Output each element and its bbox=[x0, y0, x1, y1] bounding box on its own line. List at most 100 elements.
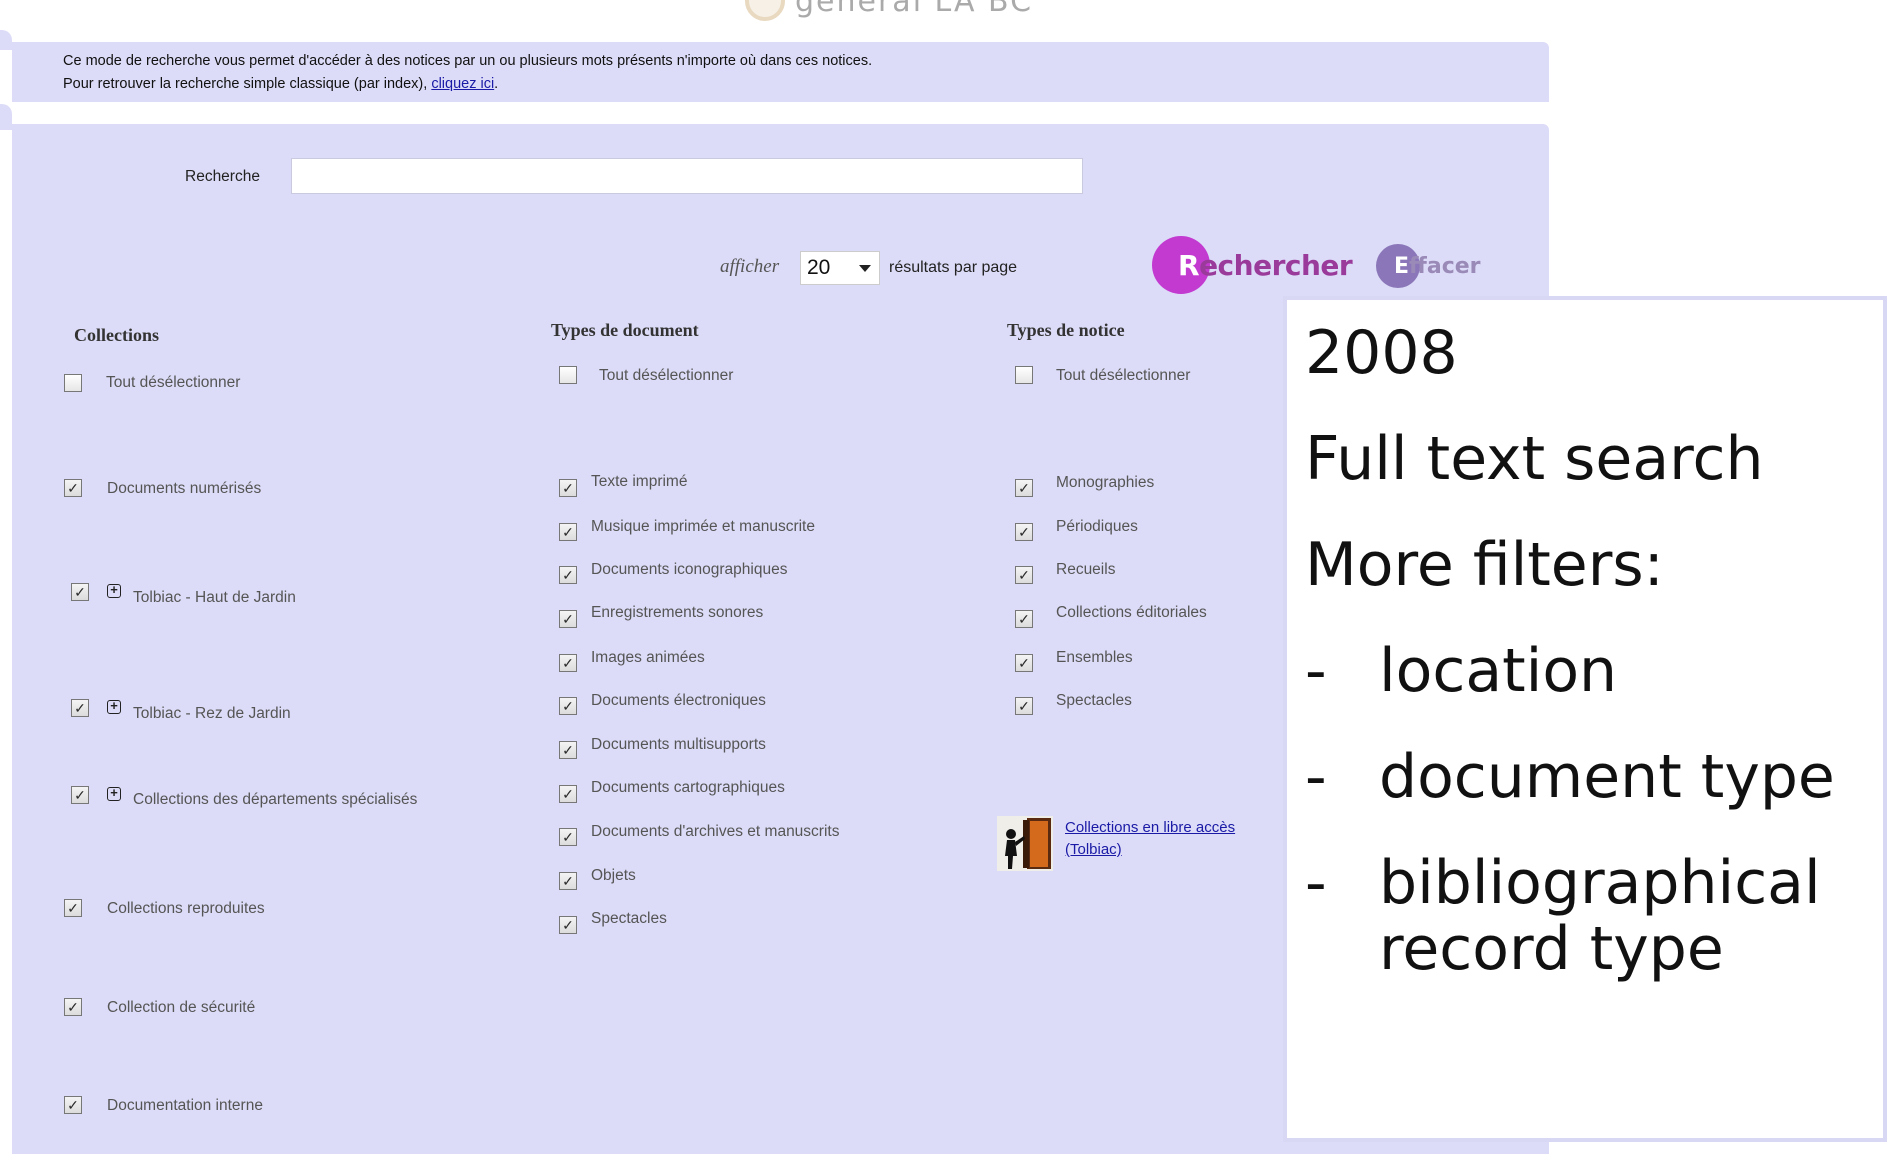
notice-types-title: Types de notice bbox=[1007, 320, 1125, 340]
doc-type-checkbox[interactable]: ✓ bbox=[559, 479, 577, 497]
doc-type-checkbox[interactable]: ✓ bbox=[559, 741, 577, 759]
clear-button[interactable]: Effacer bbox=[1376, 244, 1481, 288]
doc-type-label: Documents multisupports bbox=[591, 736, 766, 753]
collection-checkbox[interactable]: ✓ bbox=[71, 699, 89, 717]
collections-deselect-checkbox[interactable] bbox=[64, 374, 82, 392]
collection-label: Collections reproduites bbox=[107, 900, 265, 917]
doc-type-checkbox[interactable]: ✓ bbox=[559, 610, 577, 628]
doc-type-checkbox[interactable]: ✓ bbox=[559, 872, 577, 890]
doc-type-checkbox[interactable]: ✓ bbox=[559, 828, 577, 846]
bullet-dash: - bbox=[1305, 848, 1327, 918]
annotation-line-2: More filters: bbox=[1305, 530, 1664, 600]
notice-type-checkbox[interactable]: ✓ bbox=[1015, 610, 1033, 628]
afficher-label: afficher bbox=[720, 256, 780, 277]
collection-label: Tolbiac - Haut de Jardin bbox=[133, 589, 296, 606]
collection-checkbox[interactable]: ✓ bbox=[64, 479, 82, 497]
info-line-2-end: . bbox=[494, 76, 499, 92]
doc-type-label: Documents électroniques bbox=[591, 692, 766, 709]
collection-checkbox[interactable]: ✓ bbox=[64, 998, 82, 1016]
search-label: Recherche bbox=[185, 168, 260, 185]
annotation-line-1: Full text search bbox=[1305, 424, 1764, 494]
search-input[interactable] bbox=[291, 158, 1083, 194]
notice-types-deselect-label: Tout désélectionner bbox=[1056, 367, 1191, 384]
left-tab-decoration bbox=[0, 104, 12, 130]
search-button-label: Rechercher bbox=[1178, 248, 1353, 282]
notice-types-deselect-checkbox[interactable] bbox=[1015, 366, 1033, 384]
library-access-link[interactable]: Collections en libre accès (Tolbiac) bbox=[1065, 817, 1235, 861]
notice-type-checkbox[interactable]: ✓ bbox=[1015, 697, 1033, 715]
library-access-link-line-2: (Tolbiac) bbox=[1065, 841, 1122, 858]
dropdown-arrow-icon bbox=[859, 265, 871, 272]
expand-plus-icon[interactable]: + bbox=[107, 699, 121, 714]
notice-type-checkbox[interactable]: ✓ bbox=[1015, 479, 1033, 497]
info-line-1: Ce mode de recherche vous permet d'accéd… bbox=[63, 53, 873, 69]
collection-label: Documentation interne bbox=[107, 1097, 263, 1114]
results-per-page-label: résultats par page bbox=[889, 259, 1018, 276]
expand-plus-icon[interactable]: + bbox=[107, 583, 121, 598]
left-tab-decoration bbox=[0, 30, 12, 50]
info-line-2-text: Pour retrouver la recherche simple class… bbox=[63, 76, 432, 92]
results-per-page-select[interactable]: 20 bbox=[800, 251, 880, 285]
doc-types-deselect-label: Tout désélectionner bbox=[599, 367, 734, 384]
collection-label: Documents numérisés bbox=[107, 480, 262, 497]
doc-types-deselect-checkbox[interactable] bbox=[559, 366, 577, 384]
doc-types-title: Types de document bbox=[551, 320, 699, 340]
collection-label: Collections des départements spécialisés bbox=[133, 791, 418, 808]
logo-emblem-icon bbox=[745, 0, 785, 21]
collection-label: Tolbiac - Rez de Jardin bbox=[133, 705, 291, 722]
site-logo: général LA BC bbox=[745, 0, 1034, 21]
collection-checkbox[interactable]: ✓ bbox=[64, 899, 82, 917]
notice-type-label: Collections éditoriales bbox=[1056, 604, 1207, 621]
annotation-bullet: - document type bbox=[1305, 742, 1883, 848]
clear-button-label: Effacer bbox=[1394, 254, 1481, 279]
collection-checkbox[interactable]: ✓ bbox=[71, 786, 89, 804]
doc-type-checkbox[interactable]: ✓ bbox=[559, 523, 577, 541]
doc-type-label: Documents d'archives et manuscrits bbox=[591, 823, 840, 840]
expand-plus-icon[interactable]: + bbox=[107, 786, 121, 801]
notice-type-checkbox[interactable]: ✓ bbox=[1015, 523, 1033, 541]
info-line-2: Pour retrouver la recherche simple class… bbox=[63, 73, 1549, 96]
doc-type-label: Musique imprimée et manuscrite bbox=[591, 518, 815, 535]
notice-type-label: Monographies bbox=[1056, 474, 1155, 491]
clear-button-rest: ffacer bbox=[1409, 253, 1481, 279]
doc-type-label: Objets bbox=[591, 867, 636, 884]
annotation-bullet: - location bbox=[1305, 636, 1883, 742]
clear-button-initial: E bbox=[1394, 253, 1410, 279]
doc-type-label: Documents iconographiques bbox=[591, 561, 788, 578]
results-per-page-value: 20 bbox=[807, 256, 831, 279]
annotation-bullet-continuation: record type bbox=[1305, 914, 1883, 1020]
info-box: Ce mode de recherche vous permet d'accéd… bbox=[12, 42, 1549, 102]
doc-type-checkbox[interactable]: ✓ bbox=[559, 566, 577, 584]
collection-checkbox[interactable]: ✓ bbox=[71, 583, 89, 601]
library-access-icon[interactable] bbox=[997, 816, 1053, 871]
doc-type-label: Spectacles bbox=[591, 910, 667, 927]
logo-text: général LA BC bbox=[795, 0, 1034, 19]
doc-type-checkbox[interactable]: ✓ bbox=[559, 785, 577, 803]
library-access-link-line-1: Collections en libre accès bbox=[1065, 819, 1236, 836]
collection-label: Collection de sécurité bbox=[107, 999, 256, 1016]
annotation-bullet: - bibliographical bbox=[1305, 848, 1883, 918]
bullet-text: document type bbox=[1379, 742, 1835, 812]
search-button-rest: echercher bbox=[1199, 248, 1353, 282]
doc-type-label: Images animées bbox=[591, 649, 705, 666]
search-button[interactable]: Rechercher bbox=[1152, 236, 1353, 294]
annotation-year: 2008 bbox=[1305, 318, 1458, 388]
bullet-text: location bbox=[1379, 636, 1618, 706]
collections-deselect-label: Tout désélectionner bbox=[106, 374, 241, 391]
doc-type-label: Enregistrements sonores bbox=[591, 604, 764, 621]
notice-type-checkbox[interactable]: ✓ bbox=[1015, 566, 1033, 584]
collection-checkbox[interactable]: ✓ bbox=[64, 1096, 82, 1114]
classic-search-link[interactable]: cliquez ici bbox=[431, 76, 494, 92]
bullet-dash: - bbox=[1305, 742, 1327, 812]
notice-type-label: Spectacles bbox=[1056, 692, 1132, 709]
annotation-box: 2008 Full text search More filters: - loc… bbox=[1283, 296, 1887, 1142]
collections-title: Collections bbox=[74, 325, 159, 345]
doc-type-checkbox[interactable]: ✓ bbox=[559, 697, 577, 715]
notice-type-checkbox[interactable]: ✓ bbox=[1015, 654, 1033, 672]
doc-type-checkbox[interactable]: ✓ bbox=[559, 916, 577, 934]
doc-type-label: Documents cartographiques bbox=[591, 779, 785, 796]
notice-type-label: Recueils bbox=[1056, 561, 1116, 578]
bullet-text: bibliographical bbox=[1379, 848, 1821, 918]
notice-type-label: Périodiques bbox=[1056, 518, 1138, 535]
doc-type-checkbox[interactable]: ✓ bbox=[559, 654, 577, 672]
